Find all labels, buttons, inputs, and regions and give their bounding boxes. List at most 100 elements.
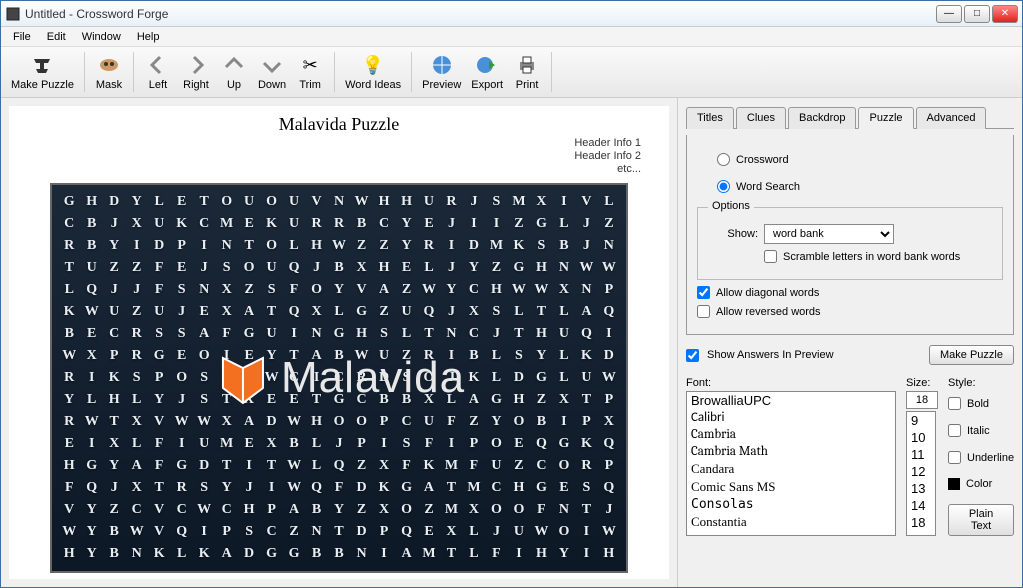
reversed-checkbox[interactable] xyxy=(697,305,710,318)
grid-cell: Q xyxy=(598,301,620,323)
grid-row: HYBNKLKADGGBBNIAMTLFIHYIH xyxy=(58,543,620,565)
minimize-button[interactable]: — xyxy=(936,5,962,23)
grid-cell: M xyxy=(508,191,530,213)
size-list[interactable]: 91011121314182436 xyxy=(906,411,936,536)
grid-cell: Q xyxy=(80,477,102,499)
radio-wordsearch[interactable] xyxy=(717,180,730,193)
grid-cell: X xyxy=(598,411,620,433)
tool-mask[interactable]: Mask xyxy=(91,51,127,93)
grid-cell: Q xyxy=(575,323,597,345)
grid-cell: D xyxy=(598,345,620,367)
grid-cell: I xyxy=(598,323,620,345)
diagonal-checkbox[interactable] xyxy=(697,286,710,299)
tool-word-ideas[interactable]: 💡Word Ideas xyxy=(341,51,405,93)
grid-cell: B xyxy=(350,213,372,235)
show-answers-checkbox[interactable] xyxy=(686,349,699,362)
size-option[interactable]: 18 xyxy=(907,514,935,531)
grid-cell: O xyxy=(215,191,237,213)
grid-cell: B xyxy=(328,345,350,367)
menu-window[interactable]: Window xyxy=(74,29,129,45)
grid-cell: W xyxy=(598,521,620,543)
tool-right[interactable]: Right xyxy=(178,51,214,93)
size-input[interactable] xyxy=(906,391,938,409)
grid-cell: N xyxy=(305,323,327,345)
grid-cell: G xyxy=(283,543,305,565)
size-option[interactable]: 10 xyxy=(907,429,935,446)
grid-cell: X xyxy=(125,213,147,235)
tab-clues[interactable]: Clues xyxy=(736,107,786,129)
grid-cell: B xyxy=(283,433,305,455)
tool-print[interactable]: Print xyxy=(509,51,545,93)
grid-cell: Q xyxy=(283,257,305,279)
font-option[interactable]: Candara xyxy=(687,460,895,478)
grid-cell: L xyxy=(305,455,327,477)
grid-cell: T xyxy=(283,345,305,367)
grid-cell: T xyxy=(575,499,597,521)
font-option[interactable]: Corbel xyxy=(687,531,895,536)
tool-up[interactable]: Up xyxy=(216,51,252,93)
italic-checkbox[interactable] xyxy=(948,424,961,437)
grid-cell: W xyxy=(598,367,620,389)
size-option[interactable]: 13 xyxy=(907,480,935,497)
size-option[interactable]: 14 xyxy=(907,497,935,514)
tool-trim[interactable]: ✂Trim xyxy=(292,51,328,93)
grid-cell: A xyxy=(575,301,597,323)
menu-help[interactable]: Help xyxy=(129,29,168,45)
maximize-button[interactable]: □ xyxy=(964,5,990,23)
tool-down[interactable]: Down xyxy=(254,51,290,93)
grid-cell: A xyxy=(238,301,260,323)
bold-checkbox[interactable] xyxy=(948,397,961,410)
tab-puzzle[interactable]: Puzzle xyxy=(858,107,913,129)
grid-cell: X xyxy=(80,345,102,367)
grid-cell: A xyxy=(418,477,440,499)
grid-cell: R xyxy=(440,191,462,213)
font-option[interactable]: Constantia xyxy=(687,513,895,531)
radio-crossword[interactable] xyxy=(717,153,730,166)
grid-cell: F xyxy=(395,455,417,477)
tool-left[interactable]: Left xyxy=(140,51,176,93)
right-label: Right xyxy=(183,79,209,91)
tool-preview[interactable]: Preview xyxy=(418,51,465,93)
color-swatch[interactable] xyxy=(948,478,960,490)
menu-file[interactable]: File xyxy=(5,29,39,45)
font-option[interactable]: Comic Sans MS xyxy=(687,478,895,496)
options-legend: Options xyxy=(708,200,754,212)
size-option[interactable]: 12 xyxy=(907,463,935,480)
grid-cell: X xyxy=(373,499,395,521)
font-option[interactable]: Cambria Math xyxy=(687,443,895,460)
menu-edit[interactable]: Edit xyxy=(39,29,74,45)
grid-cell: J xyxy=(103,279,125,301)
grid-cell: B xyxy=(80,235,102,257)
tab-advanced[interactable]: Advanced xyxy=(916,107,987,129)
grid-cell: U xyxy=(238,191,260,213)
radio-wordsearch-row: Word Search xyxy=(717,180,1003,193)
font-option[interactable]: Consolas xyxy=(687,496,895,513)
grid-row: WYBWVQIPSCZNTDPQEXLJUWOIW xyxy=(58,521,620,543)
font-option[interactable]: Calibri xyxy=(687,409,895,426)
plain-text-button[interactable]: Plain Text xyxy=(948,504,1014,536)
size-option[interactable]: 24 xyxy=(907,531,935,536)
up-label: Up xyxy=(227,79,241,91)
font-list[interactable]: BrowalliaUPCCalibriCambriaCambria MathCa… xyxy=(686,391,896,536)
font-option[interactable]: Cambria xyxy=(687,426,895,443)
grid-cell: F xyxy=(148,455,170,477)
close-button[interactable]: ✕ xyxy=(992,5,1018,23)
grid-cell: L xyxy=(148,191,170,213)
underline-checkbox[interactable] xyxy=(948,451,961,464)
tab-backdrop[interactable]: Backdrop xyxy=(788,107,856,129)
tool-export[interactable]: Export xyxy=(467,51,507,93)
tab-titles[interactable]: Titles xyxy=(686,107,734,129)
grid-cell: K xyxy=(170,213,192,235)
grid-cell: K xyxy=(193,543,215,565)
tool-make-puzzle[interactable]: Make Puzzle xyxy=(7,51,78,93)
grid-cell: M xyxy=(440,499,462,521)
scramble-checkbox[interactable] xyxy=(764,250,777,263)
make-puzzle-button[interactable]: Make Puzzle xyxy=(929,345,1014,365)
show-select[interactable]: word bank xyxy=(764,224,894,244)
grid-cell: A xyxy=(125,455,147,477)
grid-cell: F xyxy=(215,323,237,345)
grid-cell: Z xyxy=(463,411,485,433)
size-option[interactable]: 11 xyxy=(907,446,935,463)
font-option[interactable]: BrowalliaUPC xyxy=(687,392,895,409)
size-option[interactable]: 9 xyxy=(907,412,935,429)
